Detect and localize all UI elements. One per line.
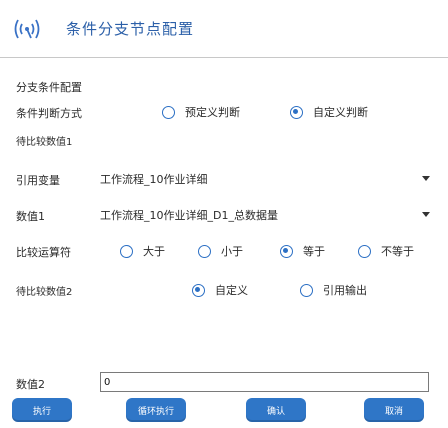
- condition-mode-label: 条件判断方式: [16, 107, 82, 120]
- radio-circle-icon: [300, 283, 313, 297]
- chevron-down-icon: [422, 212, 430, 217]
- value-2-input[interactable]: [100, 372, 429, 392]
- radio-custom-value-label: 自定义: [215, 284, 248, 297]
- radio-circle-checked-icon: [290, 105, 303, 119]
- radio-greater[interactable]: 大于: [120, 243, 165, 259]
- compare-value-2-label: 待比较数值2: [16, 287, 73, 298]
- radio-custom-value[interactable]: 自定义: [192, 282, 248, 298]
- value-1-label: 数值1: [16, 210, 45, 223]
- cancel-button[interactable]: 取消: [364, 398, 424, 422]
- chevron-down-icon: [422, 176, 430, 181]
- radio-less[interactable]: 小于: [198, 243, 243, 259]
- reference-var-select[interactable]: 工作流程_10作业详细: [100, 169, 430, 189]
- radio-circle-icon: [120, 244, 133, 258]
- header-divider: [0, 57, 448, 58]
- radio-not-equal-label: 不等于: [381, 245, 414, 258]
- radio-equal[interactable]: 等于: [280, 243, 325, 259]
- compare-value-1-label: 待比较数值1: [16, 137, 73, 148]
- radio-custom[interactable]: 自定义判断: [290, 104, 368, 120]
- reference-var-value: 工作流程_10作业详细: [100, 173, 208, 186]
- radio-not-equal[interactable]: 不等于: [358, 243, 414, 259]
- loop-execute-button[interactable]: 循环执行: [126, 398, 186, 422]
- value-1-select[interactable]: 工作流程_10作业详细_D1_总数据量: [100, 205, 430, 225]
- reference-var-label: 引用变量: [16, 174, 60, 187]
- value-2-label: 数值2: [16, 378, 45, 391]
- radio-predefined[interactable]: 预定义判断: [162, 104, 240, 120]
- confirm-button[interactable]: 确认: [246, 398, 306, 422]
- radio-reference-output[interactable]: 引用输出: [300, 282, 367, 298]
- radio-circle-checked-icon: [192, 283, 205, 297]
- radio-circle-icon: [198, 244, 211, 258]
- execute-button[interactable]: 执行: [12, 398, 72, 422]
- radio-circle-checked-icon: [280, 244, 293, 258]
- radio-circle-icon: [162, 105, 175, 119]
- radio-reference-output-label: 引用输出: [323, 284, 367, 297]
- radio-greater-label: 大于: [143, 245, 165, 258]
- page-title: 条件分支节点配置: [66, 20, 195, 38]
- comparator-label: 比较运算符: [16, 246, 71, 259]
- radio-custom-label: 自定义判断: [313, 106, 368, 119]
- value-1-value: 工作流程_10作业详细_D1_总数据量: [100, 209, 278, 222]
- radio-equal-label: 等于: [303, 245, 325, 258]
- header: 条件分支节点配置: [0, 0, 448, 62]
- section-title: 分支条件配置: [16, 81, 82, 94]
- radio-circle-icon: [358, 244, 371, 258]
- radio-less-label: 小于: [221, 245, 243, 258]
- wifi-signal-logo-icon: [14, 19, 40, 39]
- radio-predefined-label: 预定义判断: [185, 106, 240, 119]
